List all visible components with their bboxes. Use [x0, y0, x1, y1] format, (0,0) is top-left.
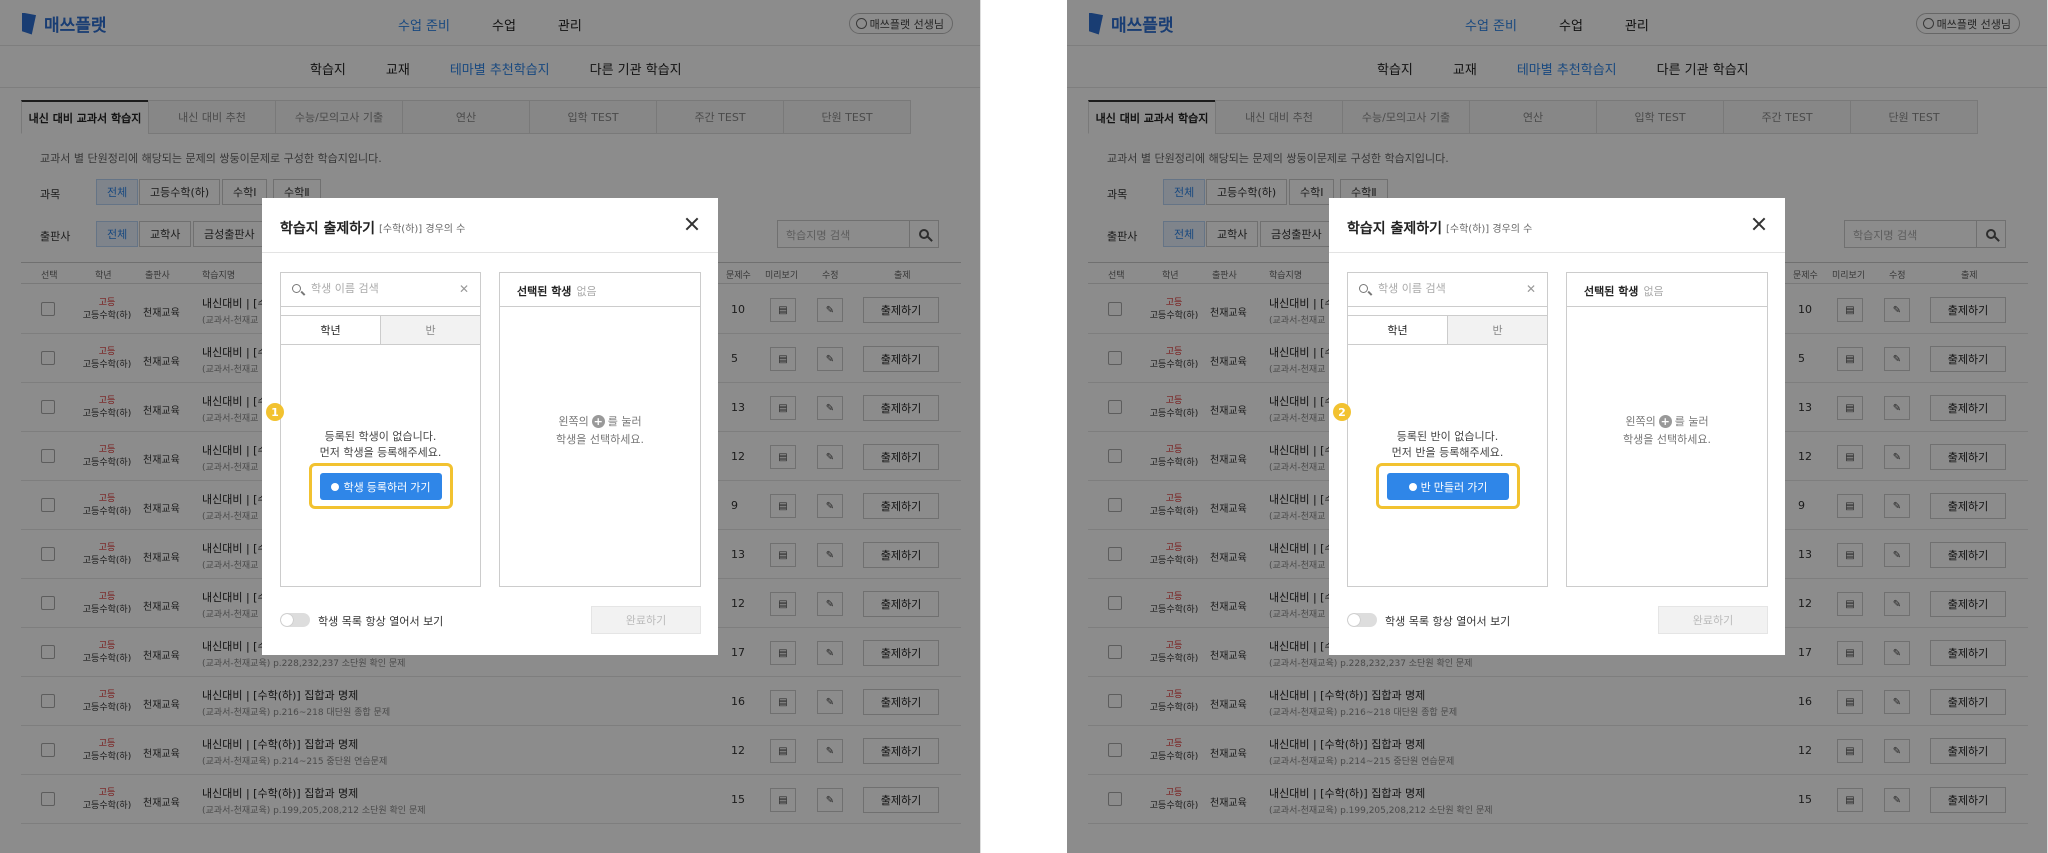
cta-icon — [1408, 482, 1417, 491]
student-search: ✕ — [1348, 273, 1547, 307]
empty-line-1: 등록된 반이 없습니다. — [1396, 430, 1499, 443]
selected-students-header: 선택된 학생 없음 — [1567, 273, 1767, 307]
hint-line-2: 학생을 선택하세요. — [556, 433, 644, 446]
modal-divider — [1329, 252, 1785, 253]
selected-label: 선택된 학생 — [517, 285, 572, 298]
left-screenshot-panel: 매쓰플랫 수업 준비 수업 관리 매쓰플랫 선생님 학습지 교재 테마별 추천학… — [0, 0, 981, 853]
hint-part-2: 를 눌러 — [607, 415, 642, 428]
always-open-toggle[interactable] — [1347, 613, 1377, 627]
student-search-input[interactable] — [1378, 282, 1518, 295]
hint-part-2: 를 눌러 — [1674, 415, 1709, 428]
highlight-frame: 반 만들러 가기 — [1376, 463, 1520, 509]
close-icon[interactable] — [684, 216, 700, 232]
empty-line-2: 먼저 학생을 등록해주세요. — [319, 446, 442, 459]
tab-class[interactable]: 반 — [381, 315, 480, 345]
select-hint: 왼쪽의 + 를 눌러 학생을 선택하세요. — [1567, 413, 1767, 449]
hint-line-2: 학생을 선택하세요. — [1623, 433, 1711, 446]
empty-message: 등록된 반이 없습니다. 먼저 반을 등록해주세요. — [1348, 429, 1547, 461]
modal-title: 학습지 출제하기 — [280, 221, 376, 237]
right-screenshot-panel: 매쓰플랫 수업 준비 수업 관리 매쓰플랫 선생님 학습지 교재 테마별 추천학… — [1067, 0, 2048, 853]
modal-title: 학습지 출제하기 — [1347, 221, 1443, 237]
selected-students-panel: 선택된 학생 없음 왼쪽의 + 를 눌러 학생을 선택하세요. — [1566, 272, 1768, 587]
empty-line-1: 등록된 학생이 없습니다. — [324, 430, 437, 443]
plus-circle-icon: + — [1658, 415, 1672, 428]
selected-label: 선택된 학생 — [1584, 285, 1639, 298]
selected-empty: 없음 — [1643, 285, 1664, 298]
assign-worksheet-modal: 학습지 출제하기 [수학(하)] 경우의 수 ✕ 학년 반 등록된 반이 없습니… — [1329, 198, 1785, 655]
student-search-input[interactable] — [311, 282, 451, 295]
clear-icon[interactable]: ✕ — [1526, 282, 1536, 296]
student-picker: ✕ 학년 반 등록된 반이 없습니다. 먼저 반을 등록해주세요. 반 만들러 … — [1347, 272, 1548, 587]
plus-circle-icon: + — [591, 415, 605, 428]
register-cta-button[interactable]: 반 만들러 가기 — [1387, 473, 1509, 500]
done-button[interactable]: 완료하기 — [591, 606, 701, 634]
toggle-label: 학생 목록 항상 열어서 보기 — [318, 615, 444, 628]
modal-subtitle: [수학(하)] 경우의 수 — [1446, 224, 1533, 235]
cta-label: 학생 등록하러 가기 — [343, 481, 431, 494]
toggle-label: 학생 목록 항상 열어서 보기 — [1385, 615, 1511, 628]
close-icon[interactable] — [1751, 216, 1767, 232]
done-button[interactable]: 완료하기 — [1658, 606, 1768, 634]
step-badge: 1 — [266, 403, 284, 421]
tab-grade[interactable]: 학년 — [1348, 315, 1448, 345]
step-badge: 2 — [1333, 403, 1351, 421]
search-icon — [1359, 284, 1368, 293]
selected-students-panel: 선택된 학생 없음 왼쪽의 + 를 눌러 학생을 선택하세요. — [499, 272, 701, 587]
selected-students-header: 선택된 학생 없음 — [500, 273, 700, 307]
hint-part-1: 왼쪽의 — [558, 415, 589, 428]
cta-icon — [331, 482, 340, 491]
modal-subtitle: [수학(하)] 경우의 수 — [379, 224, 466, 235]
highlight-frame: 학생 등록하러 가기 — [309, 463, 453, 509]
empty-line-2: 먼저 반을 등록해주세요. — [1391, 446, 1504, 459]
student-search: ✕ — [281, 273, 480, 307]
toggle-knob — [1348, 614, 1360, 626]
empty-message: 등록된 학생이 없습니다. 먼저 학생을 등록해주세요. — [281, 429, 480, 461]
search-icon — [292, 284, 301, 293]
clear-icon[interactable]: ✕ — [459, 282, 469, 296]
tab-class[interactable]: 반 — [1448, 315, 1547, 345]
tab-grade[interactable]: 학년 — [281, 315, 381, 345]
student-picker: ✕ 학년 반 등록된 학생이 없습니다. 먼저 학생을 등록해주세요. 학생 등… — [280, 272, 481, 587]
assign-worksheet-modal: 학습지 출제하기 [수학(하)] 경우의 수 ✕ 학년 반 등록된 학생이 없습… — [262, 198, 718, 655]
always-open-toggle[interactable] — [280, 613, 310, 627]
select-hint: 왼쪽의 + 를 눌러 학생을 선택하세요. — [500, 413, 700, 449]
hint-part-1: 왼쪽의 — [1625, 415, 1656, 428]
selected-empty: 없음 — [576, 285, 597, 298]
cta-label: 반 만들러 가기 — [1420, 481, 1488, 494]
modal-divider — [262, 252, 718, 253]
register-cta-button[interactable]: 학생 등록하러 가기 — [320, 473, 442, 500]
toggle-knob — [281, 614, 293, 626]
